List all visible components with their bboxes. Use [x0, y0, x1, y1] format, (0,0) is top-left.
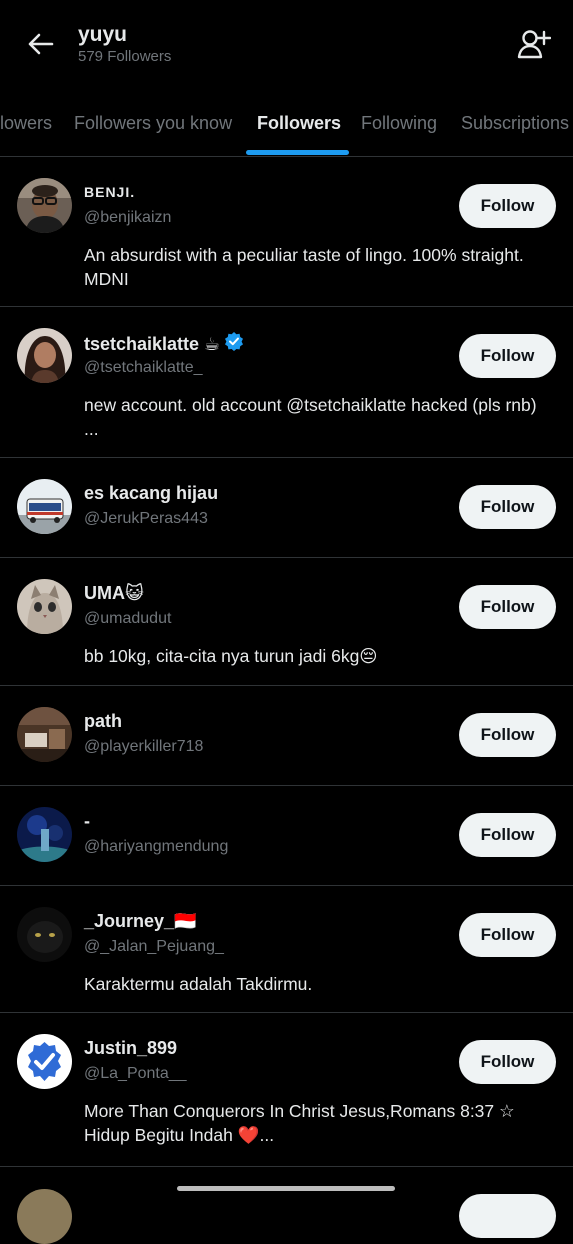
follow-button[interactable]: Follow	[459, 913, 556, 957]
add-user-icon	[517, 28, 552, 65]
follow-button[interactable]: Follow	[459, 485, 556, 529]
back-button[interactable]	[20, 28, 60, 64]
avatar[interactable]	[17, 1034, 72, 1089]
arrow-left-icon	[26, 32, 54, 61]
follower-bio: new account. old account @tsetchaiklatte…	[84, 395, 537, 439]
follower-bio: More Than Conquerors In Christ Jesus,Rom…	[84, 1101, 515, 1145]
follower-bio: Karaktermu adalah Takdirmu.	[84, 974, 313, 994]
avatar[interactable]	[17, 807, 72, 862]
follower-bio: bb 10kg, cita-cita nya turun jadi 6kg😔	[84, 646, 378, 666]
tab-bar: lowers Followers you know Followers Foll…	[0, 92, 573, 157]
tab-followers-you-know[interactable]: Followers you know	[74, 112, 232, 134]
tab-following[interactable]: Following	[361, 112, 437, 134]
list-item[interactable]	[0, 1167, 573, 1244]
follower-handle[interactable]: @playerkiller718	[84, 737, 203, 757]
follow-button[interactable]: Follow	[459, 334, 556, 378]
follow-button[interactable]: Follow	[459, 1040, 556, 1084]
follower-name[interactable]: -	[84, 810, 90, 832]
profile-title-block: yuyu 579 Followers	[78, 22, 171, 66]
follower-handle[interactable]: @La_Ponta__	[84, 1064, 187, 1084]
follow-button[interactable]: Follow	[459, 713, 556, 757]
list-item[interactable]: tsetchaiklatte ☕ @tsetchaiklatte_ new ac…	[0, 307, 573, 458]
list-item[interactable]: Justin_899 @La_Ponta__ More Than Conquer…	[0, 1013, 573, 1167]
follow-button[interactable]: Follow	[459, 184, 556, 228]
follower-name[interactable]: Justin_899	[84, 1037, 177, 1059]
gesture-home-bar[interactable]	[177, 1186, 395, 1191]
list-item[interactable]: es kacang hijau @JerukPeras443 Follow	[0, 458, 573, 558]
follower-name[interactable]: UMA😺	[84, 582, 144, 604]
avatar[interactable]	[17, 707, 72, 762]
page-title: yuyu	[78, 23, 128, 46]
list-item[interactable]: _Journey_🇮🇩 @_Jalan_Pejuang_ Karaktermu …	[0, 886, 573, 1013]
follower-handle[interactable]: @_Jalan_Pejuang_	[84, 937, 224, 957]
follower-handle[interactable]: @hariyangmendung	[84, 837, 228, 857]
follower-count: 579 Followers	[78, 48, 172, 65]
follow-button[interactable]: Follow	[459, 813, 556, 857]
add-user-button[interactable]	[512, 26, 556, 66]
follower-bio: An absurdist with a peculiar taste of li…	[84, 245, 524, 289]
list-item[interactable]: - @hariyangmendung Follow	[0, 786, 573, 886]
follower-name[interactable]: tsetchaiklatte ☕	[84, 331, 244, 356]
follower-handle[interactable]: @umadudut	[84, 609, 171, 629]
verified-badge-icon	[224, 331, 244, 356]
tab-subscriptions[interactable]: Subscriptions	[461, 112, 569, 134]
list-item[interactable]: BENJI. @benjikaizn An absurdist with a p…	[0, 157, 573, 307]
follower-handle[interactable]: @tsetchaiklatte_	[84, 358, 203, 378]
avatar[interactable]	[17, 907, 72, 962]
follower-handle[interactable]: @benjikaizn	[84, 208, 171, 228]
avatar[interactable]	[17, 328, 72, 383]
avatar[interactable]	[17, 579, 72, 634]
follower-name[interactable]: es kacang hijau	[84, 482, 218, 504]
avatar[interactable]	[17, 178, 72, 233]
avatar[interactable]	[17, 479, 72, 534]
tab-followers[interactable]: Followers	[257, 112, 341, 134]
follower-name[interactable]: BENJI.	[84, 181, 135, 203]
follower-name[interactable]: _Journey_🇮🇩	[84, 910, 196, 932]
follow-button[interactable]: Follow	[459, 585, 556, 629]
follower-name[interactable]: path	[84, 710, 122, 732]
avatar[interactable]	[17, 1189, 72, 1244]
active-tab-indicator	[246, 150, 349, 155]
follower-handle[interactable]: @JerukPeras443	[84, 509, 208, 529]
list-item[interactable]: path @playerkiller718 Follow	[0, 686, 573, 786]
top-app-bar: yuyu 579 Followers	[0, 0, 573, 92]
follow-button[interactable]	[459, 1194, 556, 1238]
list-item[interactable]: UMA😺 @umadudut bb 10kg, cita-cita nya tu…	[0, 558, 573, 686]
tab-verified-followers[interactable]: lowers	[0, 112, 52, 134]
